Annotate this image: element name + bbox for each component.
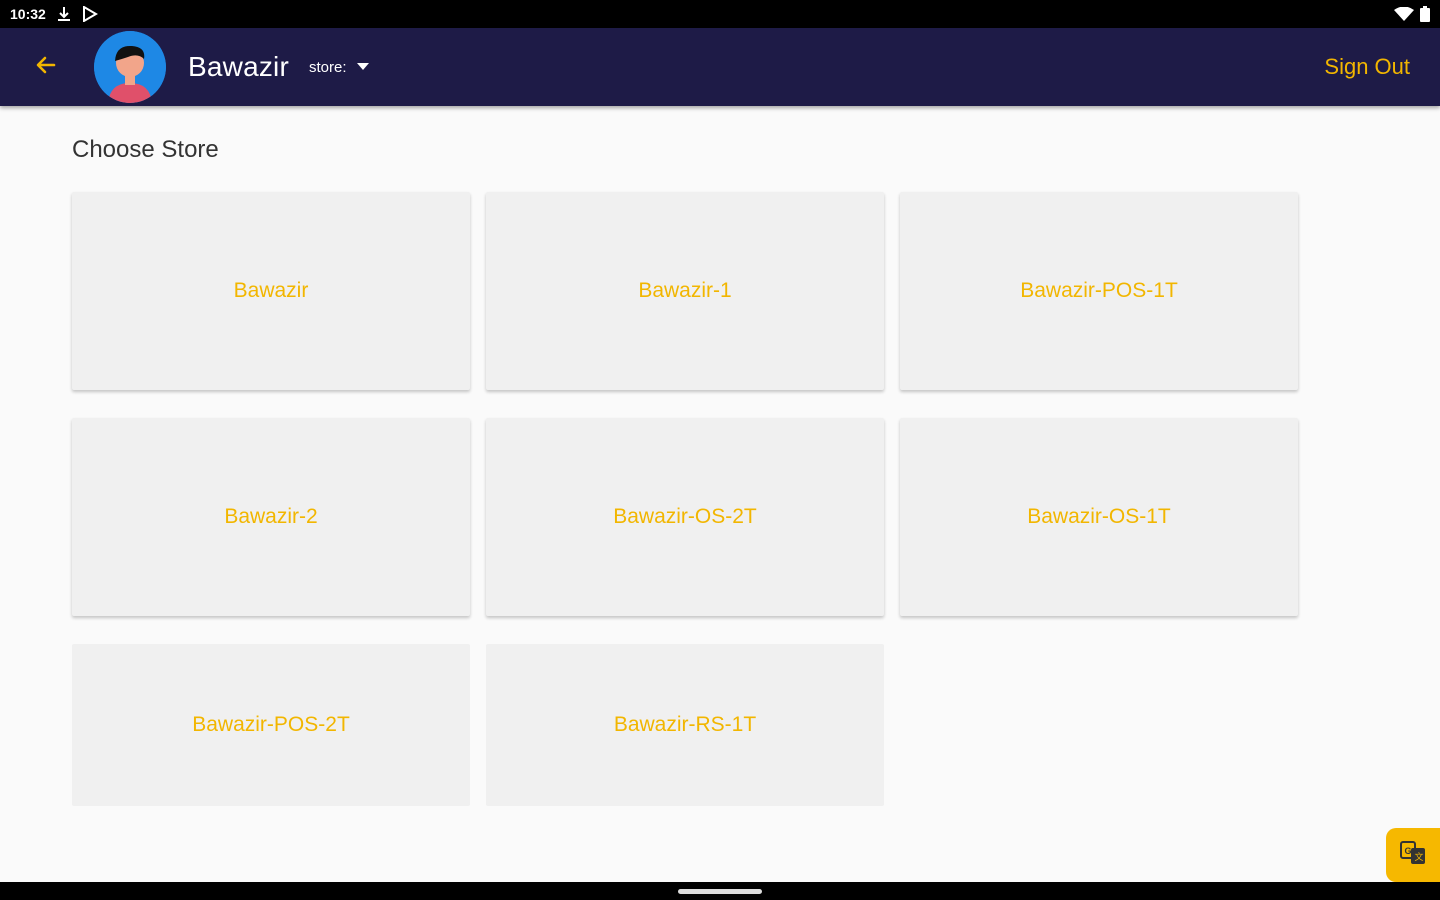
home-gesture-handle[interactable] (678, 888, 762, 894)
app-bar: Bawazir store: Sign Out (0, 28, 1440, 106)
dropdown-arrow-icon (356, 58, 369, 76)
wifi-icon (1394, 7, 1414, 21)
sign-out-button[interactable]: Sign Out (1324, 54, 1410, 80)
avatar (94, 31, 166, 103)
page-title: Choose Store (72, 136, 219, 163)
arrow-back-icon (34, 53, 58, 82)
translate-icon: G 文 (1399, 839, 1427, 872)
store-dropdown[interactable]: store: (309, 58, 369, 76)
battery-icon (1420, 6, 1430, 22)
status-bar: 10:32 (0, 0, 1440, 28)
store-card[interactable]: Bawazir (72, 192, 470, 390)
store-card[interactable]: Bawazir-2 (72, 418, 470, 616)
play-store-icon (82, 6, 98, 22)
store-card[interactable]: Bawazir-POS-2T (72, 644, 470, 806)
store-card-label: Bawazir-POS-1T (1020, 279, 1178, 302)
user-name: Bawazir (188, 51, 289, 82)
store-card-label: Bawazir-POS-2T (192, 713, 350, 736)
store-card[interactable]: Bawazir-1 (486, 192, 884, 390)
store-card-label: Bawazir-1 (638, 279, 732, 302)
download-icon (56, 6, 72, 22)
store-card-label: Bawazir-OS-2T (613, 505, 757, 528)
store-card-label: Bawazir (233, 279, 309, 302)
store-label: store: (309, 58, 347, 76)
store-card[interactable]: Bawazir-OS-1T (900, 418, 1298, 616)
navigation-bar (0, 882, 1440, 900)
svg-text:文: 文 (1415, 851, 1424, 863)
store-card-label: Bawazir-RS-1T (613, 713, 757, 736)
store-card[interactable]: Bawazir-OS-2T (486, 418, 884, 616)
translate-button[interactable]: G 文 (1386, 828, 1440, 882)
svg-text:G: G (1405, 846, 1412, 856)
back-button[interactable] (16, 37, 76, 97)
store-grid: Bawazir Bawazir-1 Bawazir-POS-1T Bawazir… (72, 192, 1372, 806)
store-card[interactable]: Bawazir-RS-1T (486, 644, 884, 806)
store-card-label: Bawazir-2 (224, 505, 318, 528)
main-content: Choose Store Bawazir Bawazir-1 Bawazir-P… (72, 106, 1372, 806)
status-time: 10:32 (10, 6, 46, 22)
store-card-label: Bawazir-OS-1T (1027, 505, 1171, 528)
store-card[interactable]: Bawazir-POS-1T (900, 192, 1298, 390)
